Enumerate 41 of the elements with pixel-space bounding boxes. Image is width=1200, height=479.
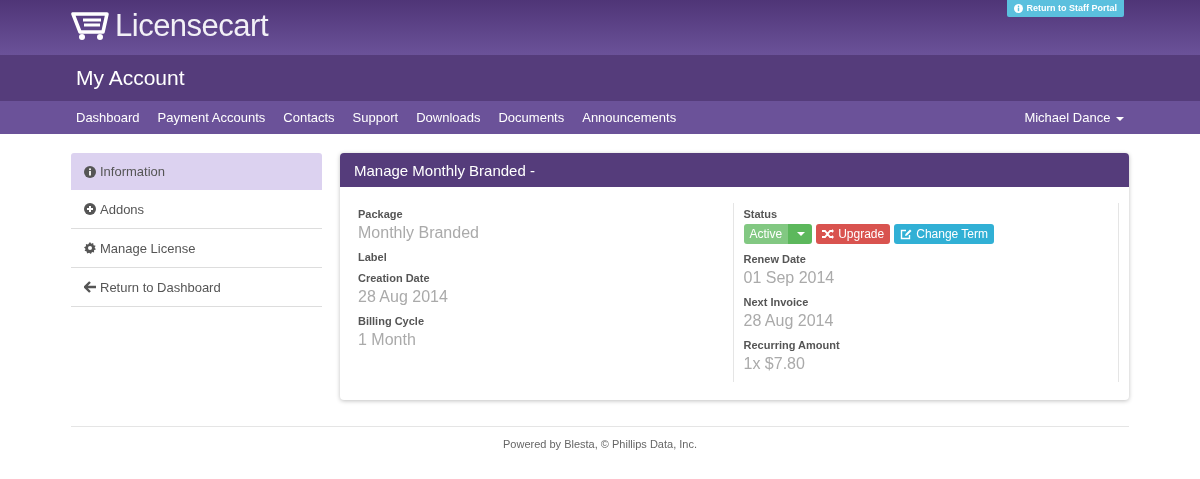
field-label: Creation Date: [358, 272, 431, 284]
blesta-link[interactable]: Blesta: [564, 438, 595, 450]
nav-link[interactable]: Contacts: [283, 110, 335, 125]
field-value: Monthly Branded: [358, 224, 480, 242]
footer-text: Powered by Blesta, © Phillips Data, Inc.: [502, 438, 698, 450]
nav-link[interactable]: Announcements: [582, 110, 677, 125]
field-value: 28 Aug 2014: [743, 312, 835, 330]
field-label: Label: [358, 251, 388, 263]
user-menu[interactable]: Michael Dance: [1024, 110, 1124, 125]
field-value: 01 Sep 2014: [743, 269, 836, 287]
shuffle-icon: [822, 229, 835, 239]
field-value: 1 Month: [358, 331, 417, 349]
gear-icon: [84, 242, 96, 254]
panel-title: Manage Monthly Branded -: [354, 161, 535, 179]
field-label: Next Invoice: [743, 296, 810, 308]
field-value: 1x $7.80: [743, 355, 806, 373]
nav-link[interactable]: Payment Accounts: [157, 110, 266, 125]
field-value: 28 Aug 2014: [358, 288, 449, 306]
arrow-left-icon: [84, 281, 96, 293]
nav-link[interactable]: Dashboard: [76, 110, 140, 125]
field-label: Renew Date: [743, 253, 807, 265]
info-icon: [84, 165, 96, 178]
sidebar-item[interactable]: Addons: [71, 190, 322, 229]
field-label: Billing Cycle: [358, 315, 426, 327]
nav-link[interactable]: Downloads: [416, 110, 481, 125]
sidebar-item[interactable]: Manage License: [71, 229, 322, 268]
logo-text: Licensecart: [115, 8, 269, 44]
info-icon: [1014, 3, 1024, 13]
nav-link[interactable]: Documents: [498, 110, 565, 125]
sidebar-item[interactable]: Return to Dashboard: [71, 268, 322, 307]
edit-icon: [900, 228, 913, 240]
plus-icon: [84, 203, 96, 215]
field-label: Package: [358, 208, 404, 220]
upgrade-button[interactable]: Upgrade: [816, 224, 891, 244]
dropdown-button[interactable]: [788, 224, 813, 244]
nav-link[interactable]: Support: [352, 110, 399, 125]
sidebar-item[interactable]: Information: [71, 153, 322, 190]
field-label: Recurring Amount: [743, 339, 841, 351]
page-title: My Account: [75, 66, 186, 90]
cart-icon: [71, 11, 111, 41]
field-label: Status: [743, 208, 779, 220]
